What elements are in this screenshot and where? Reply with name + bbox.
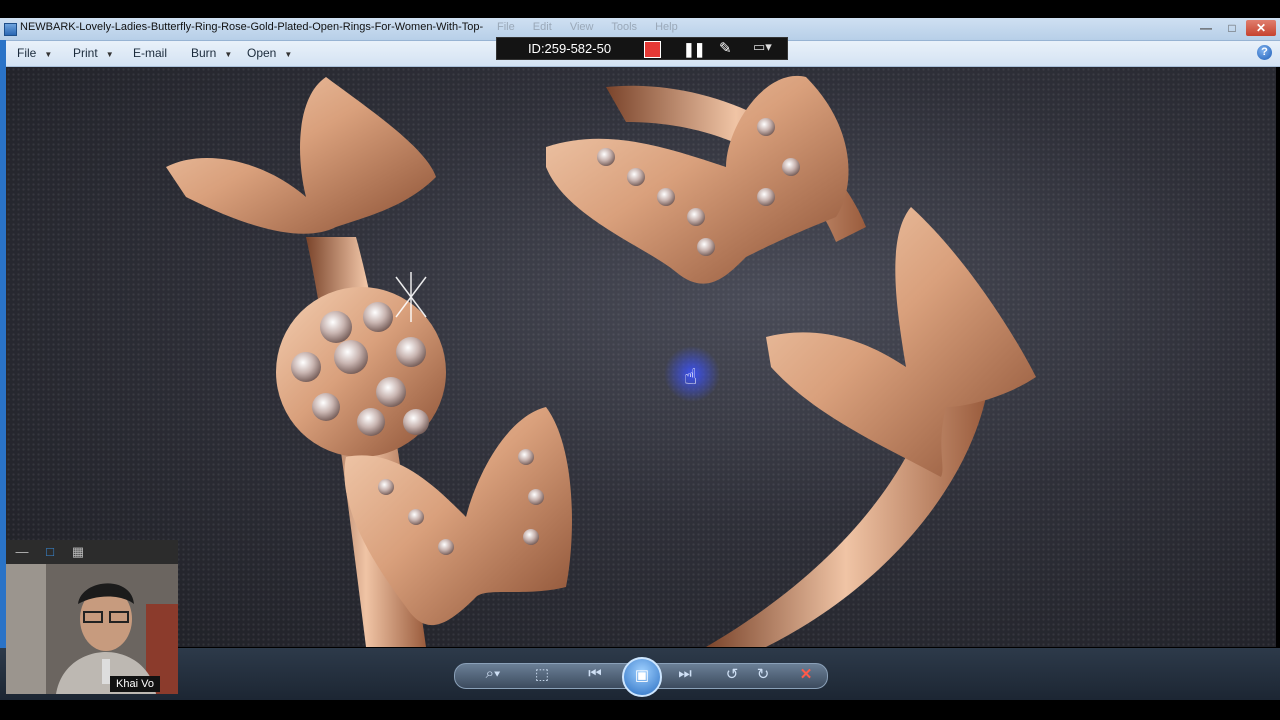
stop-record-button[interactable] <box>644 41 661 58</box>
delete-icon[interactable]: ✕ <box>794 665 818 683</box>
photo-viewer[interactable]: ☝ <box>6 67 1276 647</box>
menu-open-label: Open <box>247 46 277 60</box>
webcam-grid-icon[interactable]: ▦ <box>70 544 86 559</box>
recording-id: ID:259-582-50 <box>527 41 612 56</box>
window-title: NEWBARK-Lovely-Ladies-Butterfly-Ring-Ros… <box>20 21 484 33</box>
previous-icon[interactable]: ⏮ <box>583 665 607 682</box>
fit-window-icon[interactable]: ⬚ <box>530 665 554 683</box>
menu-print[interactable]: Print ▼ <box>73 46 114 60</box>
chevron-down-icon: ▼ <box>224 50 233 59</box>
menu-email[interactable]: E-mail <box>133 46 167 60</box>
slideshow-button[interactable]: ▣ <box>622 657 662 697</box>
ring-photo: ☝ <box>166 75 1036 647</box>
webcam-toolbar: — □ ▦ <box>6 540 178 564</box>
menu-burn-label: Burn <box>191 46 217 60</box>
pause-icon[interactable]: ❚❚ <box>683 41 705 58</box>
chevron-down-icon: ▼ <box>284 50 293 59</box>
hand-cursor-icon: ☝ <box>684 365 697 390</box>
next-icon[interactable]: ⏭ <box>673 665 697 682</box>
rotate-cw-icon[interactable]: ↻ <box>751 665 775 683</box>
menu-open[interactable]: Open ▼ <box>247 46 292 60</box>
chevron-down-icon: ▼ <box>44 50 53 59</box>
bg-menu-help[interactable]: Help <box>655 21 678 33</box>
chevron-down-icon: ▼ <box>105 50 114 59</box>
screen-select-icon[interactable]: ▭▾ <box>753 39 772 55</box>
webcam-person <box>6 564 178 694</box>
bg-menu-view[interactable]: View <box>570 21 594 33</box>
zoom-icon[interactable]: ⌕▾ <box>478 665 508 682</box>
bg-menu-edit[interactable]: Edit <box>533 21 552 33</box>
webcam-name-label: Khai Vo <box>110 676 160 692</box>
screen-recorder-bar: ID:259-582-50 ❚❚ ✎ ▭▾ <box>496 37 788 60</box>
bg-menu-tools[interactable]: Tools <box>611 21 637 33</box>
menu-print-label: Print <box>73 46 98 60</box>
webcam-window-icon[interactable]: □ <box>42 544 58 559</box>
app-icon <box>4 23 17 36</box>
menu-file-label: File <box>17 46 37 60</box>
menu-file[interactable]: File ▼ <box>17 46 52 60</box>
background-menu: File Edit View Tools Help <box>497 21 693 33</box>
webcam-minimize-icon[interactable]: — <box>14 544 30 559</box>
viewer-controls: ⌕▾ ⬚ ⏮ ▣ ⏭ ↺ ↻ ✕ <box>0 648 1280 700</box>
webcam-feed <box>6 564 178 694</box>
maximize-button[interactable]: □ <box>1220 20 1244 36</box>
help-icon[interactable]: ? <box>1257 45 1272 60</box>
pen-icon[interactable]: ✎ <box>719 39 732 57</box>
window-controls: — □ ✕ <box>1194 20 1276 36</box>
bg-menu-file[interactable]: File <box>497 21 515 33</box>
menu-email-label: E-mail <box>133 46 168 60</box>
close-button[interactable]: ✕ <box>1246 20 1276 36</box>
rotate-ccw-icon[interactable]: ↺ <box>720 665 744 683</box>
menu-burn[interactable]: Burn ▼ <box>191 46 232 60</box>
minimize-button[interactable]: — <box>1194 20 1218 36</box>
